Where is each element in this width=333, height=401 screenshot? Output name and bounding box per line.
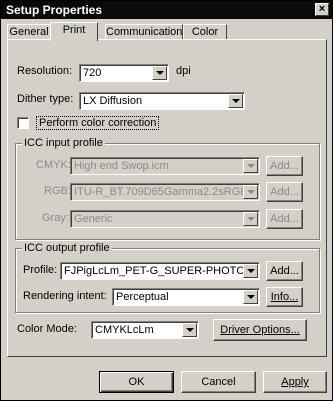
chevron-down-icon <box>243 212 258 226</box>
chevron-down-icon <box>243 159 258 173</box>
gray-label: Gray: <box>42 212 69 224</box>
cmyk-add-button: Add... <box>266 156 303 176</box>
tab-communication[interactable]: Communication <box>105 24 183 40</box>
output-profile-value: FJPigLcLm_PET-G_SUPER-PHOTC <box>64 265 245 277</box>
output-profile-select[interactable]: FJPigLcLm_PET-G_SUPER-PHOTC <box>60 262 260 280</box>
info-button[interactable]: Info... <box>266 287 303 307</box>
print-tab-panel: Resolution: 720 dpi Dither type: LX Diff… <box>7 39 327 357</box>
gray-profile-select: Generic <box>70 210 260 228</box>
resolution-label: Resolution: <box>17 65 73 77</box>
apply-button[interactable]: Apply <box>263 371 327 393</box>
chevron-down-icon[interactable] <box>182 323 197 337</box>
rendering-intent-value: Perceptual <box>116 291 169 303</box>
chevron-down-icon[interactable] <box>243 290 258 304</box>
rendering-intent-label: Rendering intent: <box>23 290 107 302</box>
cmyk-profile-value: High end Swop.icm <box>74 160 169 172</box>
color-mode-select[interactable]: CMYKLcLm <box>91 321 199 339</box>
color-mode-value: CMYKLcLm <box>95 324 154 336</box>
icc-output-group: ICC output profile Profile: FJPigLcLm_PE… <box>15 242 320 313</box>
cancel-button[interactable]: Cancel <box>181 371 256 393</box>
cmyk-label: CMYK: <box>36 159 71 171</box>
title-bar: Setup Properties × <box>1 1 332 19</box>
color-correction-label[interactable]: Perform color correction <box>36 116 160 130</box>
icc-input-title: ICC input profile <box>22 137 105 149</box>
color-mode-label: Color Mode: <box>17 323 77 335</box>
rendering-intent-select[interactable]: Perceptual <box>112 288 260 306</box>
rgb-profile-select: ITU-R_BT.709D65Gamma2.2sRGB. <box>70 183 260 201</box>
tab-general[interactable]: General <box>7 24 51 40</box>
window-title: Setup Properties <box>6 3 103 17</box>
dither-label: Dither type: <box>17 93 74 105</box>
resolution-select[interactable]: 720 <box>79 64 169 82</box>
rgb-add-button: Add... <box>266 182 303 202</box>
info-button-label: Info... <box>270 291 299 303</box>
tab-color[interactable]: Color <box>183 24 227 40</box>
dither-value: LX Diffusion <box>83 95 143 107</box>
output-profile-label: Profile: <box>23 264 58 276</box>
color-correction-checkbox[interactable] <box>17 117 29 129</box>
cmyk-profile-select: High end Swop.icm <box>70 157 260 175</box>
setup-properties-dialog: Setup Properties × General Print Communi… <box>0 0 333 401</box>
ok-button[interactable]: OK <box>99 371 174 393</box>
output-add-button[interactable]: Add... <box>266 261 303 281</box>
chevron-down-icon[interactable] <box>243 264 258 278</box>
rgb-label: RGB: <box>44 185 71 197</box>
chevron-down-icon <box>243 185 258 199</box>
resolution-unit: dpi <box>176 65 191 77</box>
driver-options-button[interactable]: Driver Options... <box>213 319 307 341</box>
rgb-profile-value: ITU-R_BT.709D65Gamma2.2sRGB. <box>74 186 251 198</box>
resolution-value: 720 <box>83 67 102 79</box>
gray-profile-value: Generic <box>74 213 113 225</box>
gray-add-button: Add... <box>266 209 303 229</box>
chevron-down-icon[interactable] <box>152 66 167 80</box>
dither-select[interactable]: LX Diffusion <box>79 92 245 110</box>
tab-print[interactable]: Print <box>50 22 98 41</box>
chevron-down-icon[interactable] <box>228 94 243 108</box>
close-icon[interactable]: × <box>315 3 329 16</box>
icc-output-title: ICC output profile <box>22 242 112 254</box>
icc-input-group: ICC input profile CMYK: High end Swop.ic… <box>15 137 320 240</box>
apply-label: Apply <box>281 376 309 388</box>
driver-options-label: Driver Options... <box>220 324 300 336</box>
